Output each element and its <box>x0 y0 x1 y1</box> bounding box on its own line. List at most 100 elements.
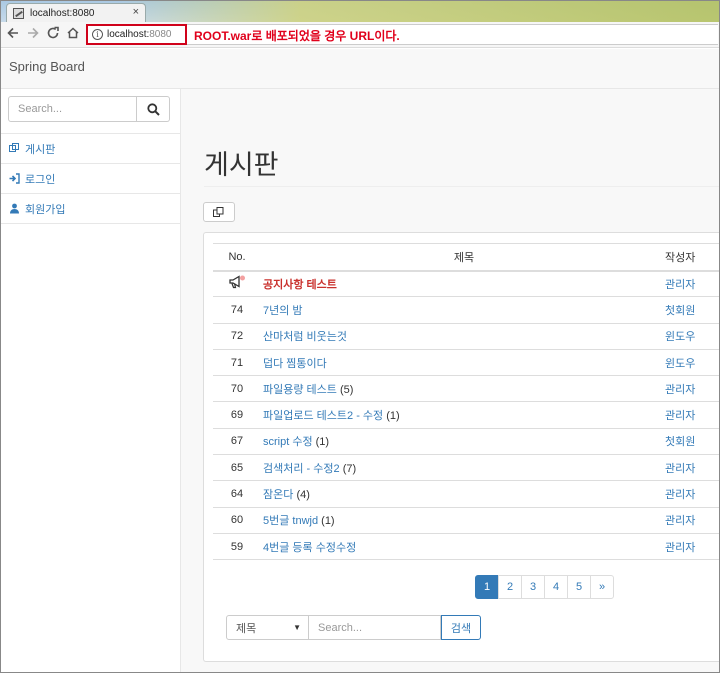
sidebar-item-board[interactable]: 게시판 <box>0 133 181 163</box>
table-row: 67 script 수정 (1) 첫회원 <box>213 428 720 456</box>
reload-icon[interactable] <box>45 26 61 42</box>
page-link-2[interactable]: 2 <box>498 575 522 599</box>
post-title-link[interactable]: 덥다 찜통이다 <box>263 358 327 370</box>
post-author: 관리자 <box>665 270 720 298</box>
caret-down-icon: ▼ <box>293 623 301 632</box>
post-title-link[interactable]: 검색처리 - 수정2 <box>263 463 340 475</box>
reply-count: (4) <box>296 489 310 502</box>
table-row: 64 잠온다 (4) 관리자 <box>213 480 720 508</box>
table-row: 72 산마처럼 비웃는것 윈도우 <box>213 323 720 350</box>
header-no: No. <box>213 243 261 272</box>
sidebar-search <box>8 96 170 122</box>
search-button[interactable] <box>137 96 170 122</box>
sidebar: 게시판 로그인 회원가입 <box>0 89 181 673</box>
post-no: 72 <box>213 323 261 350</box>
home-icon[interactable] <box>65 26 81 42</box>
sidebar-search-input[interactable] <box>8 96 137 122</box>
post-author: 관리자 <box>665 480 720 508</box>
post-title-link[interactable]: 파일용량 테스트 <box>263 384 337 396</box>
annotation-text: ROOT.war로 배포되었을 경우 URL이다. <box>194 29 400 43</box>
info-icon[interactable]: i <box>92 29 103 40</box>
user-icon <box>9 203 20 214</box>
board-search-button[interactable]: 검색 <box>441 615 481 640</box>
post-no: 64 <box>213 480 261 508</box>
post-author: 관리자 <box>665 375 720 403</box>
address-host: localhost: <box>107 29 150 40</box>
post-title-link[interactable]: 4번글 등록 수정수정 <box>263 542 356 554</box>
sidebar-item-login[interactable]: 로그인 <box>0 163 181 193</box>
reply-count: (5) <box>339 383 354 396</box>
address-port: 8080 <box>149 29 172 40</box>
post-no: 70 <box>213 375 261 403</box>
table-row: 74 7년의 밤 첫회원 <box>213 296 720 324</box>
post-author: 관리자 <box>665 507 720 534</box>
sidebar-divider <box>0 223 181 224</box>
copy-icon <box>213 206 224 217</box>
sign-in-icon <box>9 173 20 184</box>
page-next[interactable]: » <box>590 575 614 599</box>
app-navbar: Spring Board <box>0 49 720 89</box>
post-title-link[interactable]: 잠온다 <box>263 489 293 501</box>
sidebar-item-label: 로그인 <box>25 173 56 186</box>
forward-icon[interactable] <box>25 26 41 42</box>
post-author: 윈도우 <box>665 349 720 377</box>
post-title-link[interactable]: script 수정 <box>263 436 313 448</box>
page-link-5[interactable]: 5 <box>567 575 591 599</box>
search-type-select[interactable]: 제목 ▼ <box>226 615 309 640</box>
reply-count: (7) <box>342 462 357 475</box>
post-no: 74 <box>213 296 261 324</box>
table-row: 69 파일업로드 테스트2 - 수정 (1) 관리자 <box>213 401 720 429</box>
board-table: No. 제목 작성자 공지사항 테스트 관리자 74 7년의 밤 첫회원 72 … <box>213 243 720 561</box>
write-post-button[interactable] <box>203 202 235 222</box>
sidebar-item-label: 게시판 <box>25 143 56 156</box>
post-author: 관리자 <box>665 401 720 429</box>
table-header-row: No. 제목 작성자 <box>213 243 720 272</box>
table-row: 65 검색처리 - 수정2 (7) 관리자 <box>213 454 720 482</box>
address-bar[interactable]: i localhost: 8080 <box>86 24 187 45</box>
table-row: 59 4번글 등록 수정수정 관리자 <box>213 533 720 561</box>
tab-title: localhost:8080 <box>30 7 95 19</box>
board-search: 제목 ▼ 검색 <box>226 615 481 640</box>
header-divider <box>204 186 720 187</box>
post-no: 69 <box>213 401 261 429</box>
pagination: 1 2 3 4 5 » <box>475 575 614 599</box>
page-link-3[interactable]: 3 <box>521 575 545 599</box>
reply-count: (1) <box>321 515 335 528</box>
header-title: 제목 <box>261 243 665 272</box>
board-icon <box>9 143 20 154</box>
browser-tab[interactable]: localhost:8080 × <box>6 3 146 22</box>
post-title-link[interactable]: 5번글 tnwjd <box>263 515 318 527</box>
page-link-1[interactable]: 1 <box>475 575 499 599</box>
search-icon <box>146 102 160 116</box>
sidebar-item-signup[interactable]: 회원가입 <box>0 193 181 223</box>
post-title-link[interactable]: 공지사항 테스트 <box>263 279 337 291</box>
post-no: 67 <box>213 428 261 456</box>
reply-count: (1) <box>386 410 400 423</box>
post-no: 71 <box>213 349 261 377</box>
post-no: 65 <box>213 454 261 482</box>
notice-cell <box>213 270 261 298</box>
post-no: 59 <box>213 533 261 561</box>
table-row: 70 파일용량 테스트 (5) 관리자 <box>213 375 720 403</box>
post-author: 첫회원 <box>665 428 720 456</box>
table-row: 공지사항 테스트 관리자 <box>213 270 720 298</box>
post-title-link[interactable]: 산마처럼 비웃는것 <box>263 331 347 343</box>
brand[interactable]: Spring Board <box>9 59 85 74</box>
browser-toolbar: i localhost: 8080 ROOT.war로 배포되었을 경우 URL이… <box>0 22 720 48</box>
reply-count: (1) <box>315 436 330 449</box>
post-author: 윈도우 <box>665 323 720 350</box>
page-link-4[interactable]: 4 <box>544 575 568 599</box>
header-author: 작성자 <box>665 243 720 272</box>
favicon-icon <box>13 7 24 19</box>
post-author: 관리자 <box>665 533 720 561</box>
megaphone-icon <box>229 275 245 289</box>
post-title-link[interactable]: 파일업로드 테스트2 - 수정 <box>263 410 383 422</box>
post-no: 60 <box>213 507 261 534</box>
table-row: 71 덥다 찜통이다 윈도우 <box>213 349 720 377</box>
post-author: 관리자 <box>665 454 720 482</box>
post-title-link[interactable]: 7년의 밤 <box>263 305 303 317</box>
close-tab-icon[interactable]: × <box>133 6 139 18</box>
search-type-value: 제목 <box>236 622 257 635</box>
back-icon[interactable] <box>5 26 21 42</box>
board-search-input[interactable] <box>309 615 441 640</box>
